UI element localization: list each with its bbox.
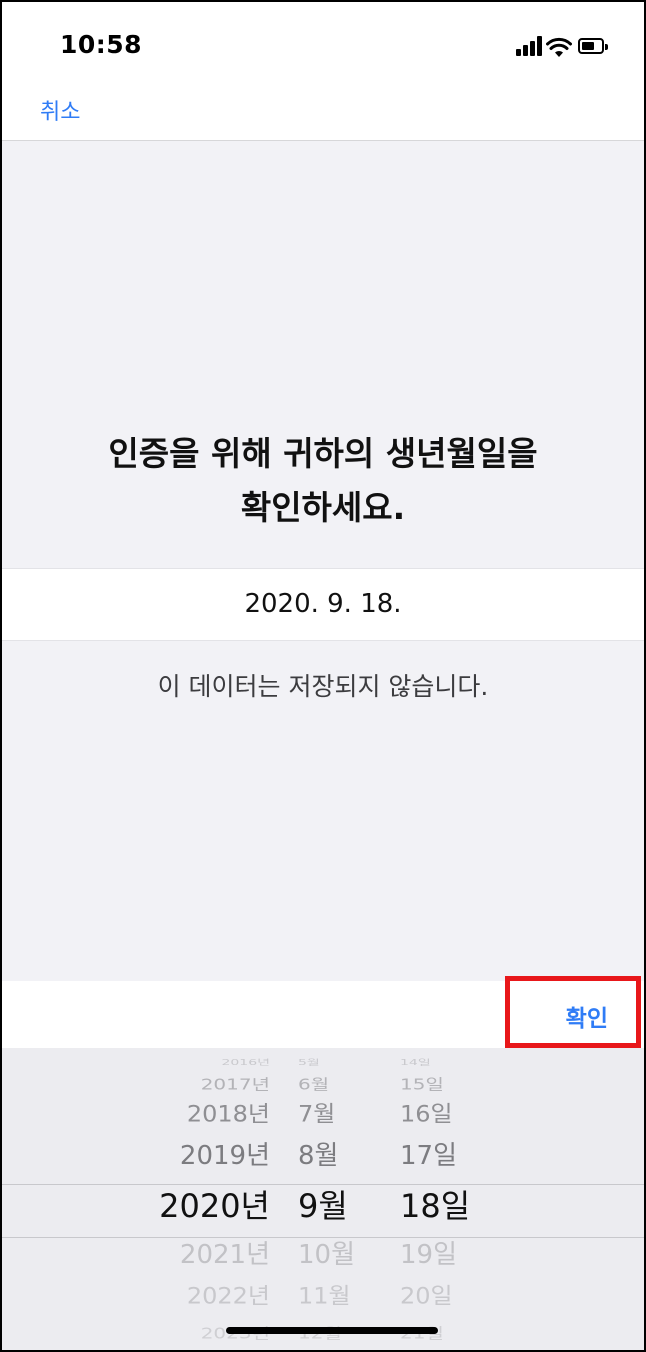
picker-day-item[interactable]: 15일	[400, 1074, 444, 1095]
date-picker-wheel[interactable]: 2016년2017년2018년2019년2020년2021년2022년2023년…	[2, 1048, 644, 1350]
status-bar: 10:58	[2, 2, 644, 92]
picker-month-item[interactable]: 6월	[298, 1074, 329, 1095]
picker-year-item[interactable]: 2017년	[201, 1074, 270, 1095]
picker-day-item[interactable]: 20일	[400, 1281, 453, 1310]
picker-month-item[interactable]: 8월	[298, 1139, 338, 1173]
highlight-box	[505, 976, 641, 1048]
picker-year-item[interactable]: 2018년	[187, 1099, 270, 1128]
screen-frame: 10:58 취소 인증을 위해 귀하의 생년월일을 확인하세요. 2020. 9…	[0, 0, 646, 1352]
wifi-icon	[546, 37, 572, 57]
home-indicator	[226, 1327, 438, 1334]
picker-year-item[interactable]: 2021년	[180, 1238, 270, 1272]
status-icons	[516, 35, 608, 59]
page-title-line-2: 확인하세요.	[240, 488, 406, 527]
picker-year-item[interactable]: 2019년	[180, 1139, 270, 1173]
picker-day-item[interactable]: 19일	[400, 1238, 457, 1272]
battery-level	[582, 42, 594, 50]
picker-day-column[interactable]: 14일15일16일17일18일19일20일21일	[388, 1048, 644, 1350]
page-title-line-1: 인증을 위해 귀하의 생년월일을	[108, 434, 538, 473]
picker-month-item[interactable]: 10월	[298, 1238, 355, 1272]
picker-month-item[interactable]: 11월	[298, 1281, 351, 1310]
privacy-notice: 이 데이터는 저장되지 않습니다.	[157, 672, 489, 701]
picker-year-item[interactable]: 2016년	[221, 1057, 270, 1069]
picker-day-item[interactable]: 16일	[400, 1099, 453, 1128]
content-area: 인증을 위해 귀하의 생년월일을 확인하세요. 2020. 9. 18. 이 데…	[2, 141, 644, 981]
signal-bars-icon	[516, 35, 544, 57]
picker-day-item[interactable]: 17일	[400, 1139, 457, 1173]
cancel-button[interactable]: 취소	[40, 94, 80, 126]
battery-icon	[578, 38, 604, 54]
birthdate-field[interactable]: 2020. 9. 18.	[2, 568, 644, 641]
page-title: 인증을 위해 귀하의 생년월일을 확인하세요.	[2, 427, 644, 535]
status-time: 10:58	[60, 30, 143, 59]
battery-cap	[605, 44, 608, 50]
picker-year-item[interactable]: 2022년	[187, 1281, 270, 1310]
picker-month-item[interactable]: 5월	[298, 1057, 320, 1069]
picker-day-item[interactable]: 14일	[400, 1057, 431, 1069]
picker-year-column[interactable]: 2016년2017년2018년2019년2020년2021년2022년2023년	[2, 1048, 292, 1350]
picker-month-item-selected[interactable]: 9월	[298, 1186, 348, 1226]
picker-month-column[interactable]: 5월6월7월8월9월10월11월12월	[292, 1048, 388, 1350]
nav-bar: 취소	[2, 92, 644, 141]
picker-day-item-selected[interactable]: 18일	[400, 1186, 470, 1226]
picker-month-item[interactable]: 7월	[298, 1099, 335, 1128]
picker-year-item-selected[interactable]: 2020년	[159, 1186, 270, 1226]
